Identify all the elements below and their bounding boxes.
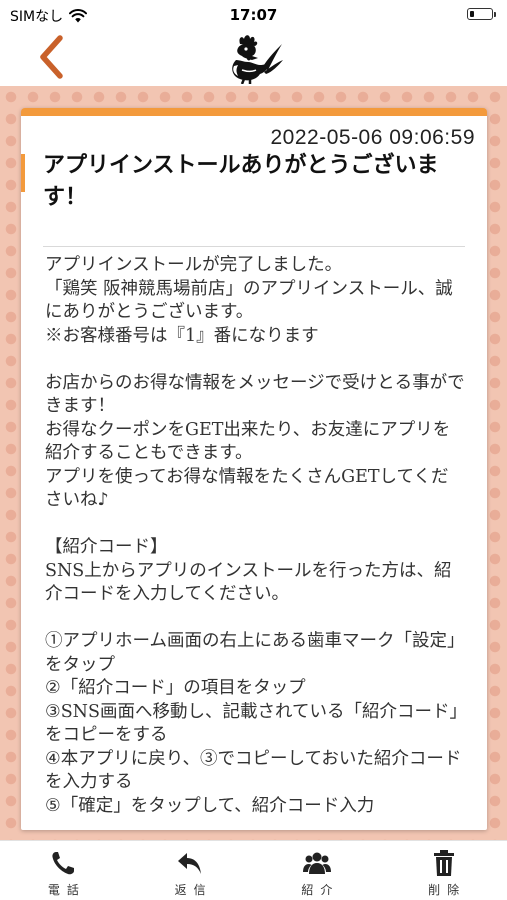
battery-level xyxy=(469,10,474,17)
divider xyxy=(43,246,465,247)
users-icon xyxy=(302,852,331,874)
reply-icon xyxy=(178,853,202,874)
message-card[interactable]: 2022-05-06 09:06:59 アプリインストールありがとうございます！… xyxy=(21,108,487,830)
trash-icon xyxy=(433,850,454,876)
main-content: 2022-05-06 09:06:59 アプリインストールありがとうございます！… xyxy=(0,86,507,840)
message-body: アプリインストールが完了しました。 「鶏笑 阪神競馬場前店」のアプリインストール… xyxy=(45,255,465,816)
tab-delete-label: 削除 xyxy=(428,883,467,897)
message-title-area: アプリインストールありがとうございます！ xyxy=(21,150,487,214)
chevron-left-icon[interactable] xyxy=(30,32,80,82)
battery-icon xyxy=(467,8,496,20)
rooster-logo-icon xyxy=(232,35,283,84)
tab-phone-label: 電話 xyxy=(47,883,86,897)
tab-phone[interactable]: 電話 xyxy=(0,841,127,900)
message-title: アプリインストールありがとうございます！ xyxy=(43,153,439,210)
phone-icon xyxy=(52,852,75,875)
message-date: 2022-05-06 09:06:59 xyxy=(270,126,475,149)
screen: SIMなし 17:07 2022-05-06 09:06:59 アプリインストー… xyxy=(0,0,507,900)
title-accent-bar xyxy=(21,154,25,192)
status-bar: SIMなし 17:07 xyxy=(0,0,507,30)
nav-bar xyxy=(0,30,507,86)
tab-reply[interactable]: 返信 xyxy=(127,841,254,900)
tab-share[interactable]: 紹介 xyxy=(254,841,381,900)
tab-reply-label: 返信 xyxy=(174,883,213,897)
tab-bar: 電話 返信 紹介 削除 xyxy=(0,840,507,900)
status-time: 17:07 xyxy=(229,6,278,24)
tab-share-label: 紹介 xyxy=(301,883,340,897)
tab-delete[interactable]: 削除 xyxy=(380,841,507,900)
